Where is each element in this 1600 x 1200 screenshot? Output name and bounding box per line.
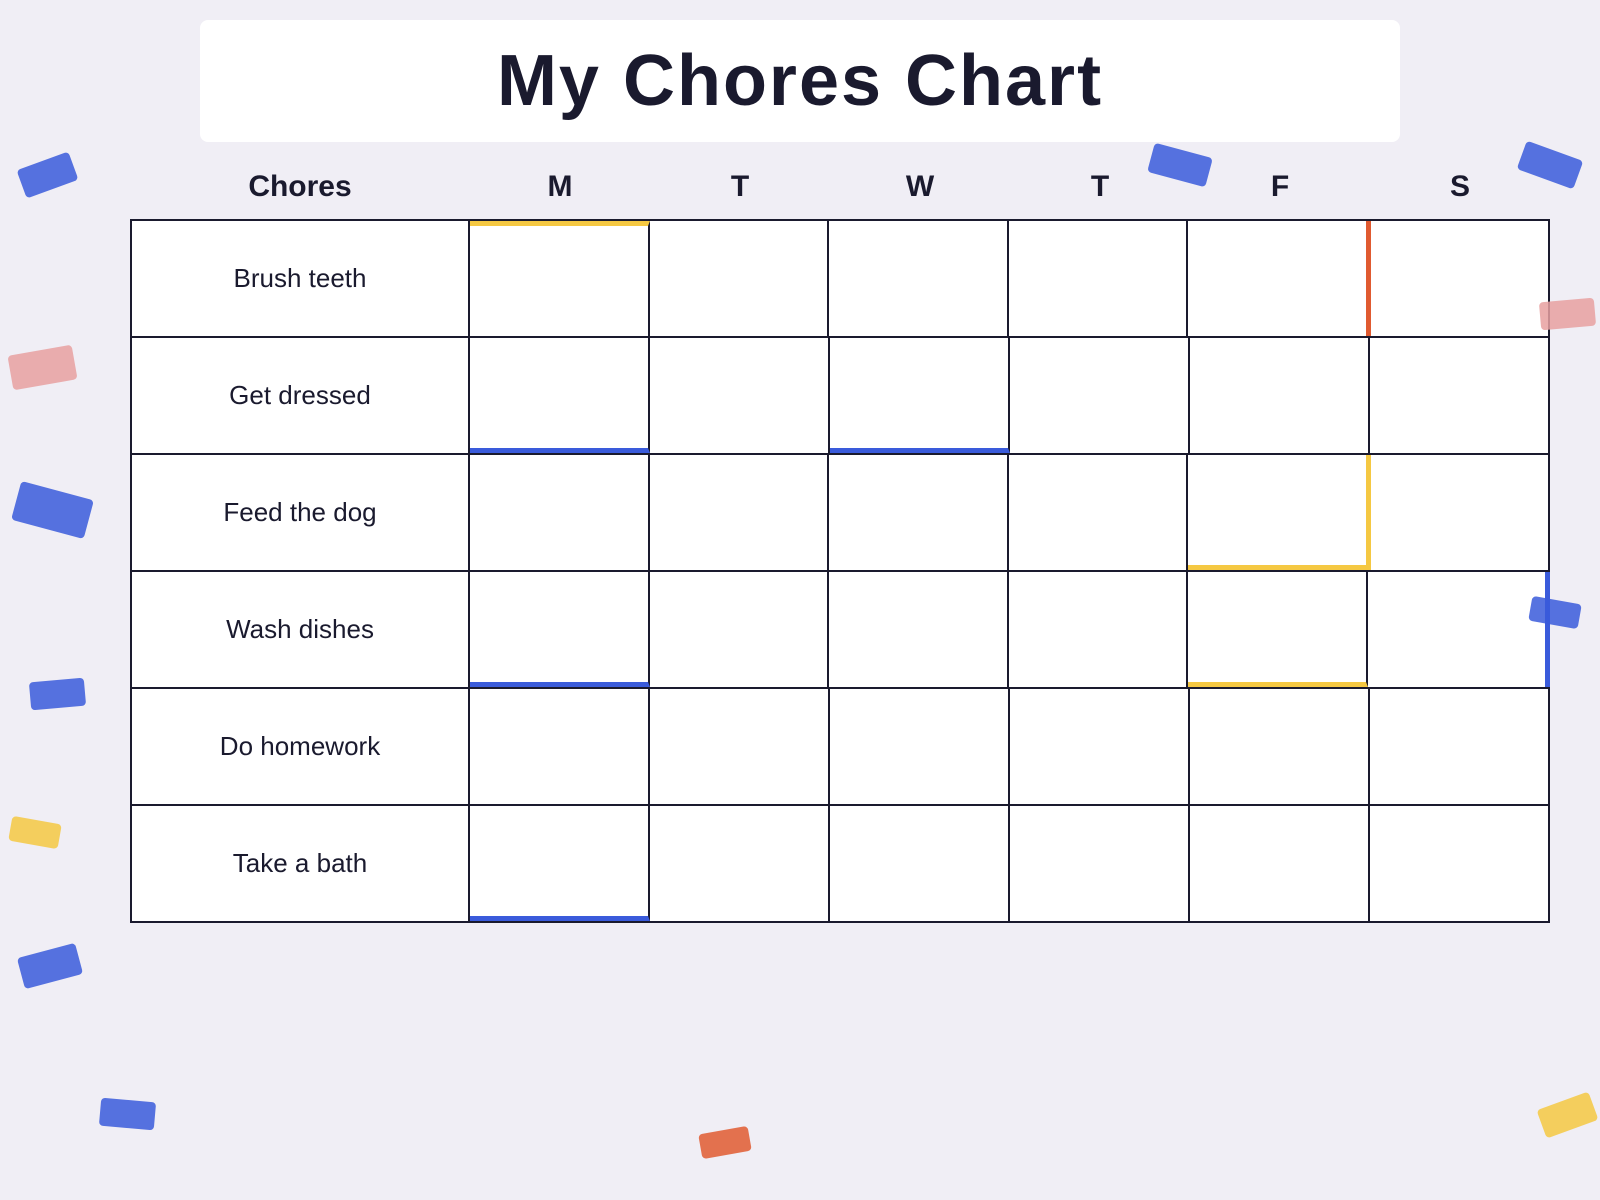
cell-4-fri[interactable] xyxy=(1188,572,1368,687)
cell-1-wed[interactable] xyxy=(829,221,1009,336)
chore-row-3: Feed the dog xyxy=(130,453,1550,570)
cell-1-mon[interactable] xyxy=(470,221,650,336)
cell-1-tue[interactable] xyxy=(650,221,830,336)
cell-4-sat[interactable] xyxy=(1368,572,1551,687)
chore-label-4: Wash dishes xyxy=(130,572,470,687)
chore-label-2: Get dressed xyxy=(130,338,470,453)
chore-label-5: Do homework xyxy=(130,689,470,804)
title-banner: My Chores Chart xyxy=(200,20,1400,142)
cell-6-tue[interactable] xyxy=(650,806,830,921)
header-day-wed: W xyxy=(830,155,1010,219)
cell-5-tue[interactable] xyxy=(650,689,830,804)
cell-5-mon[interactable] xyxy=(470,689,650,804)
confetti-10 xyxy=(99,1098,156,1131)
confetti-5 xyxy=(17,943,83,989)
cell-4-wed[interactable] xyxy=(829,572,1009,687)
cell-3-fri[interactable] xyxy=(1188,455,1371,570)
cell-6-wed[interactable] xyxy=(830,806,1010,921)
cell-3-tue[interactable] xyxy=(650,455,830,570)
cell-5-thu[interactable] xyxy=(1010,689,1190,804)
page-title: My Chores Chart xyxy=(497,41,1103,121)
header-day-mon: M xyxy=(470,155,650,219)
cell-6-sat[interactable] xyxy=(1370,806,1550,921)
chore-row-5: Do homework xyxy=(130,687,1550,804)
cell-5-fri[interactable] xyxy=(1190,689,1370,804)
chore-row-6: Take a bath xyxy=(130,804,1550,923)
cell-4-tue[interactable] xyxy=(650,572,830,687)
header-row: Chores M T W T F S xyxy=(130,155,1550,219)
chore-row-1: Brush teeth xyxy=(130,219,1550,336)
confetti-0 xyxy=(17,151,79,198)
cell-3-sat[interactable] xyxy=(1371,455,1551,570)
cell-4-thu[interactable] xyxy=(1009,572,1189,687)
cell-2-wed[interactable] xyxy=(830,338,1010,453)
cell-2-sat[interactable] xyxy=(1370,338,1550,453)
confetti-4 xyxy=(8,816,62,849)
chore-row-2: Get dressed xyxy=(130,336,1550,453)
header-chores-label: Chores xyxy=(130,155,470,219)
chore-row-4: Wash dishes xyxy=(130,570,1550,687)
confetti-3 xyxy=(29,678,86,711)
cell-3-wed[interactable] xyxy=(829,455,1009,570)
confetti-2 xyxy=(11,481,94,539)
header-day-fri: F xyxy=(1190,155,1370,219)
cell-5-wed[interactable] xyxy=(830,689,1010,804)
cell-2-fri[interactable] xyxy=(1190,338,1370,453)
confetti-1 xyxy=(7,345,77,391)
cell-1-sat[interactable] xyxy=(1371,221,1551,336)
chore-label-6: Take a bath xyxy=(130,806,470,921)
cell-5-sat[interactable] xyxy=(1370,689,1550,804)
cell-3-thu[interactable] xyxy=(1009,455,1189,570)
chore-label-1: Brush teeth xyxy=(130,221,470,336)
chores-chart: Chores M T W T F S Brush teeth Get dress… xyxy=(130,155,1550,1170)
cell-6-mon[interactable] xyxy=(470,806,650,921)
cell-1-thu[interactable] xyxy=(1009,221,1189,336)
chore-label-3: Feed the dog xyxy=(130,455,470,570)
confetti-7 xyxy=(1539,298,1596,331)
cell-2-tue[interactable] xyxy=(650,338,830,453)
cell-2-mon[interactable] xyxy=(470,338,650,453)
cell-3-mon[interactable] xyxy=(470,455,650,570)
header-day-tue: T xyxy=(650,155,830,219)
cell-1-fri[interactable] xyxy=(1188,221,1371,336)
cell-2-thu[interactable] xyxy=(1010,338,1190,453)
cell-4-mon[interactable] xyxy=(470,572,650,687)
cell-6-fri[interactable] xyxy=(1190,806,1370,921)
cell-6-thu[interactable] xyxy=(1010,806,1190,921)
